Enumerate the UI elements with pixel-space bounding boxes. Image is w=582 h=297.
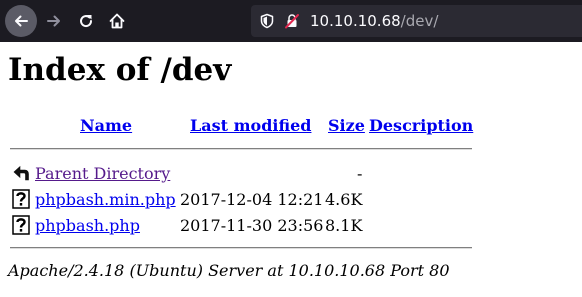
sort-by-name-link[interactable]: Name: [80, 116, 132, 135]
url-host: 10.10.10.68: [310, 12, 401, 30]
file-size: 4.6K: [325, 190, 363, 209]
unknown-file-icon: [12, 215, 30, 235]
file-link-phpbash-min[interactable]: phpbash.min.php: [35, 190, 176, 209]
address-bar[interactable]: 10.10.10.68/dev/: [251, 5, 582, 37]
reload-button[interactable]: [70, 5, 102, 37]
url-text[interactable]: 10.10.10.68/dev/: [310, 12, 438, 30]
browser-toolbar: 10.10.10.68/dev/: [0, 0, 582, 42]
file-modified: 2017-11-30 23:56: [180, 216, 324, 235]
header-divider: [10, 148, 472, 150]
parent-directory-icon: [13, 165, 29, 181]
back-button[interactable]: [5, 5, 37, 37]
back-arrow-icon: [15, 15, 28, 27]
server-signature: Apache/2.4.18 (Ubuntu) Server at 10.10.1…: [8, 261, 450, 280]
url-path: /dev/: [400, 12, 439, 30]
home-icon: [109, 13, 125, 29]
insecure-lock-icon[interactable]: [284, 13, 300, 29]
page-title: Index of /dev: [8, 52, 232, 88]
file-link-phpbash[interactable]: phpbash.php: [35, 216, 140, 235]
sort-by-description-link[interactable]: Description: [369, 116, 473, 135]
footer-divider: [10, 247, 472, 249]
file-modified: 2017-12-04 12:21: [180, 190, 324, 209]
home-button[interactable]: [101, 5, 133, 37]
forward-button[interactable]: [38, 5, 70, 37]
sort-by-last-modified-link[interactable]: Last modified: [190, 116, 311, 135]
sort-by-size-link[interactable]: Size: [328, 116, 365, 135]
forward-arrow-icon: [47, 15, 60, 27]
parent-directory-link[interactable]: Parent Directory: [35, 164, 170, 183]
tracking-shield-icon[interactable]: [259, 13, 275, 29]
file-size: 8.1K: [325, 216, 363, 235]
file-size: -: [357, 164, 363, 183]
reload-icon: [80, 15, 93, 28]
unknown-file-icon: [12, 189, 30, 209]
